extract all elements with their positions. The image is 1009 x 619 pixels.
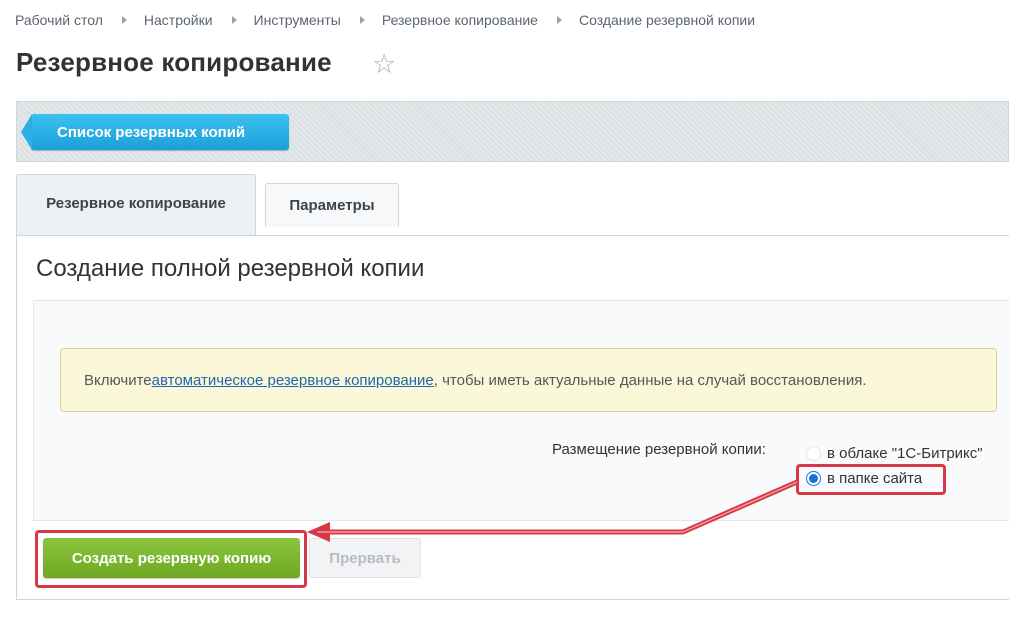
arrow-line-highlight <box>317 481 798 533</box>
annotation-arrow <box>307 479 799 542</box>
arrow-line <box>317 479 799 535</box>
